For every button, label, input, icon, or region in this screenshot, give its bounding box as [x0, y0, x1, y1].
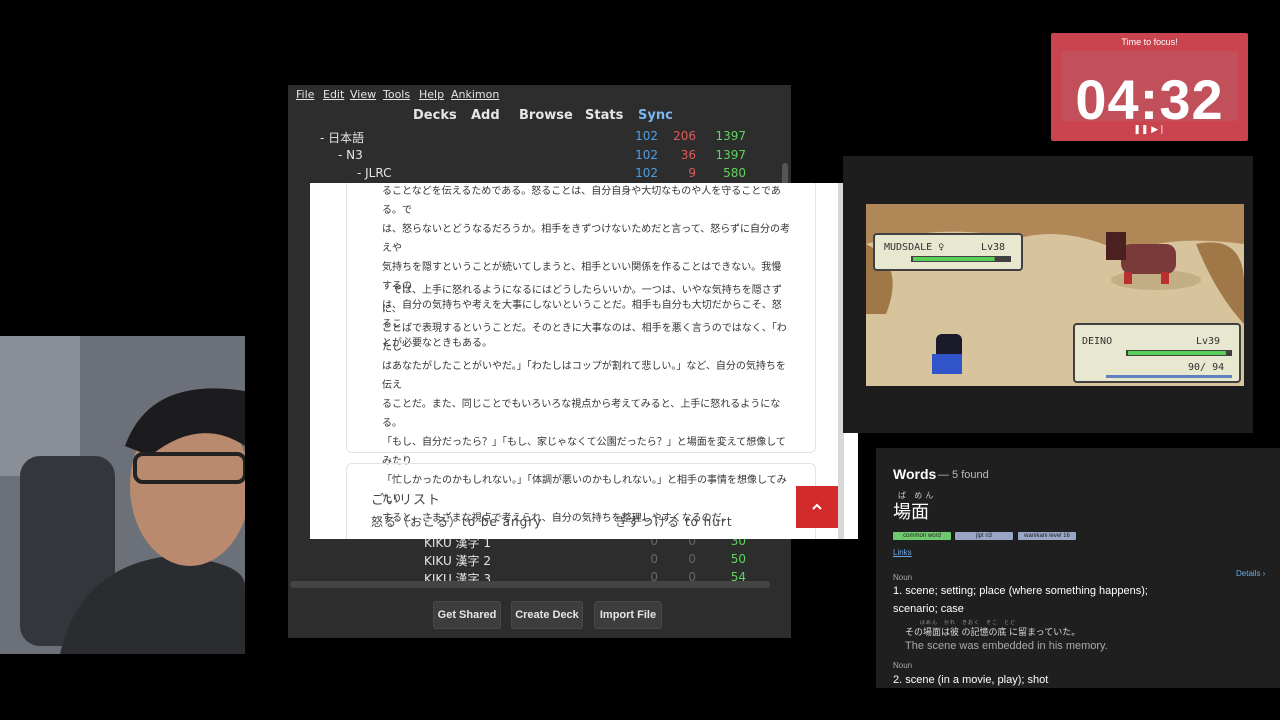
- deck-learn-count: 0: [688, 570, 696, 581]
- definition: 1. scene; setting; place (where somethin…: [893, 585, 1148, 597]
- tag-common: common word: [893, 532, 951, 540]
- deck-new-count: 0: [650, 552, 658, 566]
- deck-due-count: 54: [730, 570, 746, 581]
- deck-name[interactable]: KIKU 漢字 2: [424, 552, 491, 569]
- deck-learn-count: 0: [688, 552, 696, 566]
- webcam-image: [0, 336, 245, 654]
- details-link[interactable]: Details ›: [1236, 569, 1265, 578]
- deck-due-count: 1397: [715, 129, 746, 143]
- deck-name[interactable]: - JLRC: [357, 166, 392, 180]
- deck-learn-count: 206: [673, 129, 696, 143]
- menu-bar: File Edit View Tools Help Ankimon: [288, 85, 791, 105]
- deck-name[interactable]: - 日本語: [320, 129, 364, 146]
- deck-name[interactable]: KIKU 漢字 3: [424, 570, 491, 581]
- deck-due-count: 1397: [715, 148, 746, 162]
- timer-controls[interactable]: ❚❚ ▶❘: [1051, 125, 1248, 135]
- text-line: では、上手に怒れるようになるにはどうしたらいいか。一つは、いやな気持ちを隠さずに…: [382, 285, 782, 315]
- vocab-list-title: ごいリスト: [371, 493, 442, 508]
- part-of-speech: Noun: [893, 573, 913, 582]
- toolbar-stats[interactable]: Stats: [585, 108, 623, 123]
- focus-timer: Time to focus! 04:32 ❚❚ ▶❘: [1051, 33, 1248, 141]
- dictionary-header: Words: [893, 466, 937, 482]
- deck-learn-count: 36: [680, 148, 696, 162]
- result-count: — 5 found: [938, 469, 989, 481]
- create-deck-button[interactable]: Create Deck: [511, 601, 583, 629]
- vocab-item: きずつける to hurt: [615, 515, 733, 529]
- example-japanese: その場面は彼 の記憶の底 に留まっていた。: [905, 627, 1081, 637]
- horizontal-scrollbar[interactable]: [290, 581, 770, 588]
- deck-new-count: 102: [635, 148, 658, 162]
- part-of-speech: Noun: [893, 661, 913, 670]
- dictionary-panel: Words — 5 found ば めん 場面 common word jlpt…: [876, 448, 1280, 688]
- text-line: ることなどを伝えるためである。怒ることは、自分自身や大切なものや人を守ることであ…: [382, 186, 781, 216]
- main-toolbar: Decks Add Browse Stats Sync: [288, 105, 791, 127]
- get-shared-button[interactable]: Get Shared: [433, 601, 501, 629]
- toolbar-add[interactable]: Add: [471, 108, 500, 123]
- enemy-hp-bar: [913, 257, 995, 261]
- import-file-button[interactable]: Import File: [594, 601, 662, 629]
- deck-row[interactable]: KIKU 漢字 3 0 0 54: [288, 569, 791, 581]
- deck-due-count: 580: [723, 166, 746, 180]
- enemy-name: MUDSDALE ♀: [884, 242, 944, 253]
- deck-new-count: 0: [650, 570, 658, 581]
- menu-file[interactable]: File: [296, 88, 314, 101]
- deck-row[interactable]: - 日本語 102 206 1397: [288, 128, 791, 146]
- deck-row[interactable]: KIKU 漢字 2 0 0 50: [288, 551, 791, 569]
- deck-row[interactable]: - JLRC 102 9 580: [288, 165, 791, 183]
- deck-due-count: 50: [730, 552, 746, 566]
- player-hp-bar: [1128, 351, 1226, 355]
- headword: 場面: [893, 502, 929, 522]
- tag-jlpt: jlpt n3: [955, 532, 1013, 540]
- menu-tools[interactable]: Tools: [383, 88, 410, 101]
- example-english: The scene was embedded in his memory.: [905, 640, 1108, 652]
- definition-continued: scenario; case: [893, 603, 964, 615]
- timer-display: 04:32: [1061, 51, 1238, 131]
- menu-view[interactable]: View: [350, 88, 376, 101]
- text-line: は、怒らないとどうなるだろうか。相手をきずつけないためだと言って、怒らずに自分の…: [382, 224, 790, 254]
- enemy-level: Lv38: [981, 242, 1005, 253]
- links-link[interactable]: Links: [893, 548, 912, 557]
- vocab-item: 怒る（おこる）to be angry: [371, 515, 543, 529]
- text-line: ることだ。また、同じことでもいろいろな視点から考えてみると、上手に怒れるようにな…: [382, 399, 781, 429]
- player-level: Lv39: [1196, 336, 1220, 347]
- deck-row[interactable]: - N3 102 36 1397: [288, 147, 791, 165]
- text-line: はあなたがしたことがいやだ。」「わたしはコップが割れて悲しい。」など、自分の気持…: [382, 361, 786, 391]
- player-pokemon-sprite: [932, 334, 962, 374]
- deck-new-count: 102: [635, 166, 658, 180]
- battle-scene: MUDSDALE ♀ Lv38 DEINO Lv39 90/ 94: [866, 204, 1244, 386]
- timer-time: 04:32: [1075, 68, 1224, 131]
- player-hp-text: 90/ 94: [1188, 362, 1224, 373]
- deck-learn-count: 9: [688, 166, 696, 180]
- toolbar-sync[interactable]: Sync: [638, 108, 673, 123]
- tag-wanikani: wanikani level 16: [1018, 532, 1076, 540]
- enemy-status-box: MUDSDALE ♀ Lv38: [873, 233, 1023, 271]
- deck-name[interactable]: - N3: [338, 148, 363, 162]
- reading-article: ることなどを伝えるためである。怒ることは、自分自身や大切なものや人を守ることであ…: [310, 183, 858, 539]
- vocab-list-card: ごいリスト 怒る（おこる）to be angry きずつける to hurt: [346, 463, 816, 539]
- toolbar-browse[interactable]: Browse: [519, 108, 573, 123]
- webcam-feed: [0, 336, 245, 654]
- player-name: DEINO: [1082, 336, 1112, 347]
- menu-ankimon[interactable]: Ankimon: [451, 88, 499, 101]
- deck-new-count: 102: [635, 129, 658, 143]
- chevron-up-icon: [812, 503, 822, 510]
- pokemon-battle-screen[interactable]: MUDSDALE ♀ Lv38 DEINO Lv39 90/ 94: [866, 204, 1244, 386]
- menu-edit[interactable]: Edit: [323, 88, 344, 101]
- timer-label: Time to focus!: [1121, 37, 1178, 47]
- menu-help[interactable]: Help: [419, 88, 444, 101]
- text-line: ことばで表現するということだ。そのときに大事なのは、相手を悪く言うのではなく、「…: [382, 323, 787, 353]
- toolbar-decks[interactable]: Decks: [413, 108, 457, 123]
- definition: 2. scene (in a movie, play); shot: [893, 674, 1049, 686]
- scroll-to-top-button[interactable]: [796, 486, 838, 528]
- player-status-box: DEINO Lv39 90/ 94: [1073, 323, 1241, 383]
